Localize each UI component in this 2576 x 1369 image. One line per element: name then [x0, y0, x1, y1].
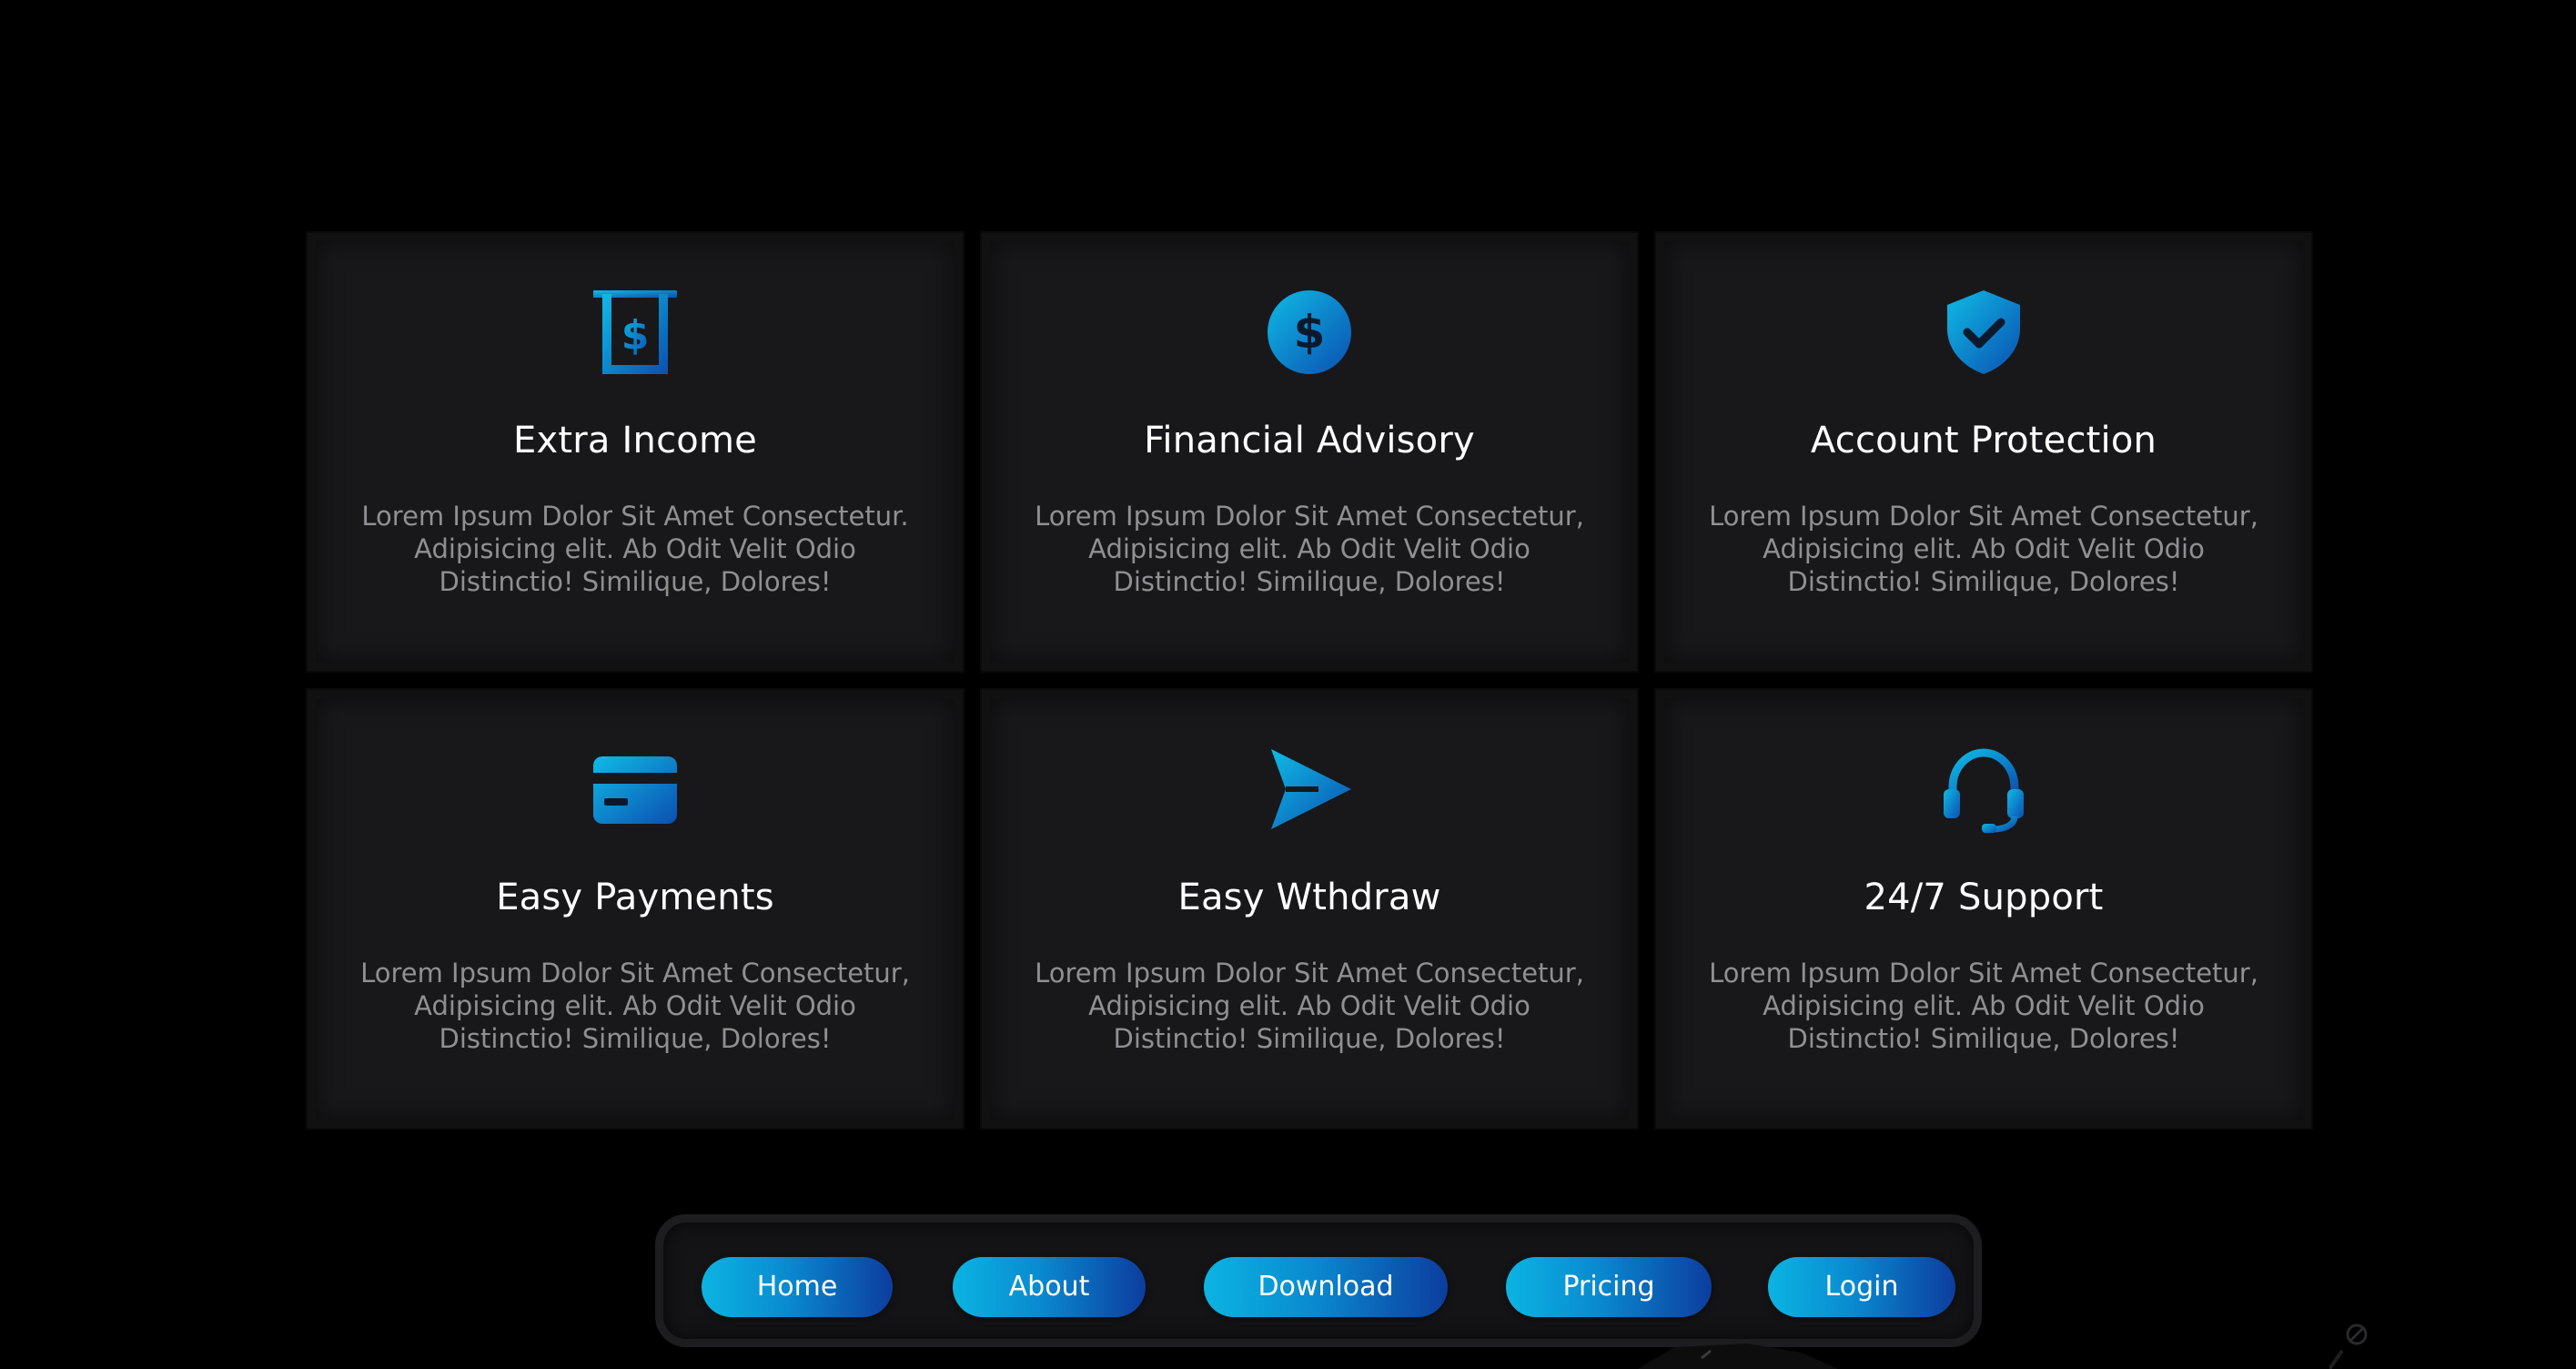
headset-icon [1940, 745, 2027, 833]
card-description: Lorem Ipsum Dolor Sit Amet Consectetur, … [1035, 958, 1584, 1054]
card-title: Financial Advisory [1144, 420, 1475, 461]
card-description: Lorem Ipsum Dolor Sit Amet Consectetur, … [360, 958, 910, 1054]
bottom-nav-bar: Home About Download Pricing Login [655, 1214, 1982, 1347]
card-description: Lorem Ipsum Dolor Sit Amet Consectetur, … [1035, 501, 1584, 597]
nav-pricing-button[interactable]: Pricing [1506, 1257, 1712, 1317]
background-decoration [1638, 1344, 1838, 1369]
shield-check-icon [1940, 289, 2027, 376]
credit-card-icon [591, 745, 679, 833]
card-description: Lorem Ipsum Dolor Sit Amet Consectetur. … [361, 501, 909, 597]
card-title: Account Protection [1810, 420, 2157, 461]
svg-text:$: $ [1294, 306, 1326, 359]
card-title: Easy Wthdraw [1177, 877, 1441, 918]
card-title: Extra Income [513, 420, 757, 461]
card-title: 24/7 Support [1864, 877, 2104, 918]
card-description: Lorem Ipsum Dolor Sit Amet Consectetur, … [1709, 958, 2258, 1054]
page: $ Extra Income Lorem Ipsum Dolor Sit Ame… [0, 0, 2576, 1369]
nav-home-button[interactable]: Home [702, 1257, 893, 1317]
features-grid: $ Extra Income Lorem Ipsum Dolor Sit Ame… [308, 233, 2311, 1128]
dollar-circle-icon: $ [1266, 289, 1353, 376]
feature-card-account-protection: Account Protection Lorem Ipsum Dolor Sit… [1656, 233, 2311, 671]
svg-text:$: $ [621, 312, 650, 359]
nav-login-button[interactable]: Login [1768, 1257, 1955, 1317]
feature-card-support: 24/7 Support Lorem Ipsum Dolor Sit Amet … [1656, 690, 2311, 1128]
background-decoration [2329, 1323, 2368, 1369]
send-arrow-icon [1266, 745, 1353, 833]
feature-card-financial-advisory: $ Financial Advisory Lorem Ipsum Dolor S… [982, 233, 1637, 671]
feature-card-easy-withdraw: Easy Wthdraw Lorem Ipsum Dolor Sit Amet … [982, 690, 1637, 1128]
dollar-receipt-icon: $ [591, 289, 679, 376]
feature-card-easy-payments: Easy Payments Lorem Ipsum Dolor Sit Amet… [308, 690, 963, 1128]
feature-card-extra-income: $ Extra Income Lorem Ipsum Dolor Sit Ame… [308, 233, 963, 671]
card-title: Easy Payments [496, 877, 774, 918]
nav-download-button[interactable]: Download [1204, 1257, 1448, 1317]
card-description: Lorem Ipsum Dolor Sit Amet Consectetur, … [1709, 501, 2258, 597]
nav-about-button[interactable]: About [953, 1257, 1146, 1317]
